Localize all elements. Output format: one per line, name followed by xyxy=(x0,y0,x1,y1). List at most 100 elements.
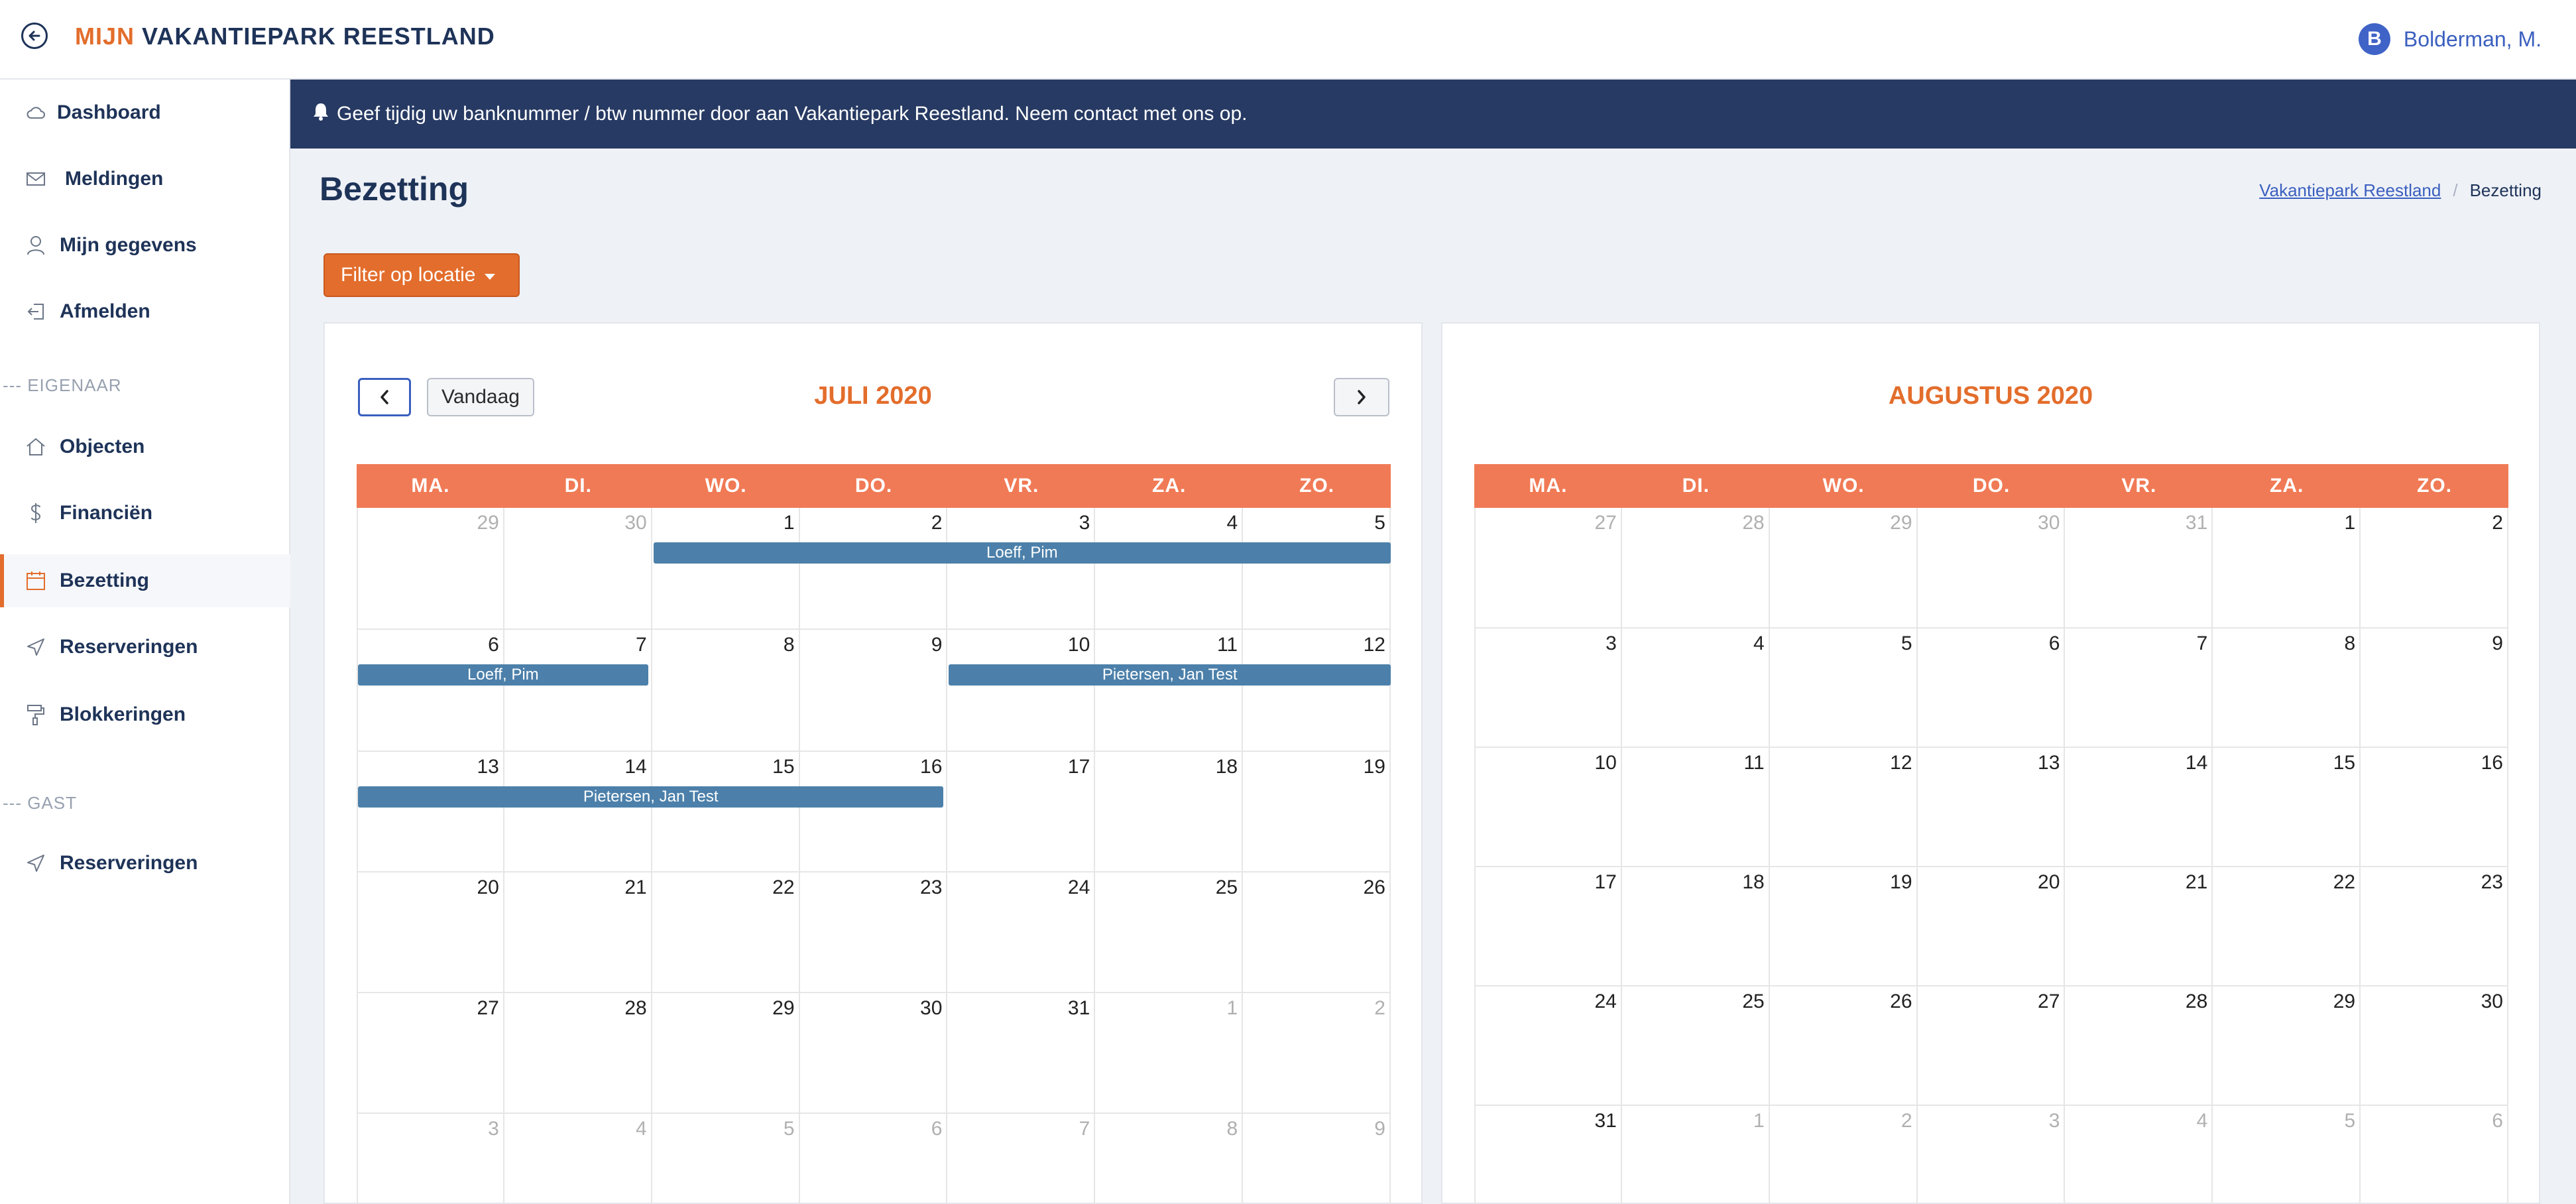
calendar-day-cell[interactable]: 27 xyxy=(357,993,504,1114)
calendar-day-cell[interactable]: 21 xyxy=(2065,867,2213,987)
calendar-day-cell[interactable]: 5 xyxy=(652,1114,800,1204)
calendar-day-cell[interactable]: 1 xyxy=(652,508,800,630)
calendar-day-cell[interactable]: 20 xyxy=(357,873,504,993)
calendar-day-cell[interactable]: 2 xyxy=(2361,508,2508,629)
calendar-day-cell[interactable]: 1 xyxy=(1622,1106,1770,1204)
calendar-day-cell[interactable]: 26 xyxy=(1243,873,1391,993)
calendar-day-cell[interactable]: 20 xyxy=(1918,867,2066,987)
calendar-day-cell[interactable]: 2 xyxy=(1243,993,1391,1114)
sidebar-item-mijn-gegevens[interactable]: Mijn gegevens xyxy=(0,219,290,272)
calendar-day-cell[interactable]: 30 xyxy=(2361,987,2508,1106)
calendar-day-cell[interactable]: 29 xyxy=(357,508,504,630)
calendar-day-cell[interactable]: 11 xyxy=(1095,630,1244,752)
calendar-day-cell[interactable]: 3 xyxy=(947,508,1096,630)
calendar-day-cell[interactable]: 30 xyxy=(504,508,652,630)
sidebar-item-afmelden[interactable]: Afmelden xyxy=(0,285,290,338)
calendar-day-cell[interactable]: 8 xyxy=(652,630,800,752)
reservation-event[interactable]: Pietersen, Jan Test xyxy=(949,664,1391,686)
calendar-day-cell[interactable]: 9 xyxy=(800,630,948,752)
calendar-day-cell[interactable]: 2 xyxy=(800,508,948,630)
calendar-day-cell[interactable]: 21 xyxy=(504,873,652,993)
sidebar-item-objecten[interactable]: Objecten xyxy=(0,420,290,473)
calendar-day-cell[interactable]: 24 xyxy=(1474,987,1622,1106)
calendar-day-cell[interactable]: 28 xyxy=(1622,508,1770,629)
calendar-day-cell[interactable]: 30 xyxy=(1918,508,2066,629)
sidebar-item-reserveringen[interactable]: Reserveringen xyxy=(0,621,290,674)
calendar-day-cell[interactable]: 10 xyxy=(1474,748,1622,867)
next-month-button[interactable] xyxy=(1334,378,1389,416)
calendar-day-cell[interactable]: 9 xyxy=(1243,1114,1391,1204)
calendar-day-cell[interactable]: 5 xyxy=(2213,1106,2361,1204)
sidebar-item-gast-reserveringen[interactable]: Reserveringen xyxy=(0,837,290,890)
user-menu[interactable]: B Bolderman, M. xyxy=(2358,23,2542,55)
calendar-day-cell[interactable]: 6 xyxy=(800,1114,948,1204)
calendar-day-cell[interactable]: 29 xyxy=(2213,987,2361,1106)
reservation-event[interactable]: Pietersen, Jan Test xyxy=(358,786,944,808)
calendar-day-cell[interactable]: 18 xyxy=(1095,752,1244,873)
calendar-day-cell[interactable]: 30 xyxy=(800,993,948,1114)
calendar-day-cell[interactable]: 15 xyxy=(2213,748,2361,867)
calendar-day-cell[interactable]: 28 xyxy=(504,993,652,1114)
calendar-day-cell[interactable]: 23 xyxy=(2361,867,2508,987)
calendar-day-cell[interactable]: 4 xyxy=(504,1114,652,1204)
calendar-day-cell[interactable]: 16 xyxy=(2361,748,2508,867)
calendar-day-cell[interactable]: 17 xyxy=(947,752,1096,873)
sidebar-item-dashboard[interactable]: Dashboard xyxy=(0,86,290,139)
calendar-day-cell[interactable]: 6 xyxy=(1918,629,2066,748)
calendar-day-cell[interactable]: 19 xyxy=(1243,752,1391,873)
calendar-day-cell[interactable]: 22 xyxy=(2213,867,2361,987)
calendar-day-cell[interactable]: 31 xyxy=(2065,508,2213,629)
reservation-event[interactable]: Loeff, Pim xyxy=(358,664,648,686)
calendar-day-cell[interactable]: 3 xyxy=(1918,1106,2066,1204)
calendar-day-cell[interactable]: 4 xyxy=(1622,629,1770,748)
calendar-day-cell[interactable]: 8 xyxy=(1095,1114,1244,1204)
calendar-day-cell[interactable]: 31 xyxy=(947,993,1096,1114)
calendar-day-cell[interactable]: 4 xyxy=(2065,1106,2213,1204)
calendar-day-cell[interactable]: 29 xyxy=(652,993,800,1114)
filter-location-button[interactable]: Filter op locatie xyxy=(323,253,520,297)
calendar-day-cell[interactable]: 31 xyxy=(1474,1106,1622,1204)
calendar-day-cell[interactable]: 10 xyxy=(947,630,1096,752)
calendar-day-cell[interactable]: 3 xyxy=(357,1114,504,1204)
calendar-day-cell[interactable]: 9 xyxy=(2361,629,2508,748)
brand-logo[interactable]: MIJN VAKANTIEPARK REESTLAND xyxy=(75,23,495,50)
back-arrow-icon[interactable] xyxy=(21,23,48,49)
calendar-day-cell[interactable]: 7 xyxy=(504,630,652,752)
calendar-day-cell[interactable]: 4 xyxy=(1095,508,1244,630)
calendar-day-cell[interactable]: 28 xyxy=(2065,987,2213,1106)
calendar-day-cell[interactable]: 11 xyxy=(1622,748,1770,867)
avatar[interactable]: B xyxy=(2358,23,2390,55)
calendar-day-cell[interactable]: 27 xyxy=(1474,508,1622,629)
calendar-day-cell[interactable]: 7 xyxy=(2065,629,2213,748)
calendar-day-cell[interactable]: 6 xyxy=(357,630,504,752)
calendar-day-cell[interactable]: 5 xyxy=(1770,629,1918,748)
calendar-day-cell[interactable]: 14 xyxy=(504,752,652,873)
sidebar-item-blokkeringen[interactable]: Blokkeringen xyxy=(0,688,290,741)
calendar-day-cell[interactable]: 17 xyxy=(1474,867,1622,987)
calendar-day-cell[interactable]: 2 xyxy=(1770,1106,1918,1204)
calendar-day-cell[interactable]: 6 xyxy=(2361,1106,2508,1204)
calendar-day-cell[interactable]: 24 xyxy=(947,873,1096,993)
calendar-day-cell[interactable]: 7 xyxy=(947,1114,1096,1204)
calendar-day-cell[interactable]: 14 xyxy=(2065,748,2213,867)
calendar-day-cell[interactable]: 15 xyxy=(652,752,800,873)
calendar-day-cell[interactable]: 12 xyxy=(1243,630,1391,752)
breadcrumb-link[interactable]: Vakantiepark Reestland xyxy=(2259,180,2441,201)
sidebar-item-bezetting[interactable]: Bezetting xyxy=(0,554,290,607)
calendar-day-cell[interactable]: 19 xyxy=(1770,867,1918,987)
calendar-day-cell[interactable]: 22 xyxy=(652,873,800,993)
calendar-day-cell[interactable]: 16 xyxy=(800,752,948,873)
calendar-day-cell[interactable]: 3 xyxy=(1474,629,1622,748)
sidebar-item-meldingen[interactable]: Meldingen xyxy=(0,152,290,206)
reservation-event[interactable]: Loeff, Pim xyxy=(653,542,1391,564)
calendar-day-cell[interactable]: 1 xyxy=(1095,993,1244,1114)
calendar-day-cell[interactable]: 18 xyxy=(1622,867,1770,987)
calendar-day-cell[interactable]: 23 xyxy=(800,873,948,993)
calendar-day-cell[interactable]: 1 xyxy=(2213,508,2361,629)
calendar-day-cell[interactable]: 29 xyxy=(1770,508,1918,629)
calendar-day-cell[interactable]: 5 xyxy=(1243,508,1391,630)
user-name[interactable]: Bolderman, M. xyxy=(2404,27,2542,52)
calendar-day-cell[interactable]: 13 xyxy=(1918,748,2066,867)
calendar-day-cell[interactable]: 12 xyxy=(1770,748,1918,867)
sidebar-item-financien[interactable]: Financiën xyxy=(0,487,290,540)
